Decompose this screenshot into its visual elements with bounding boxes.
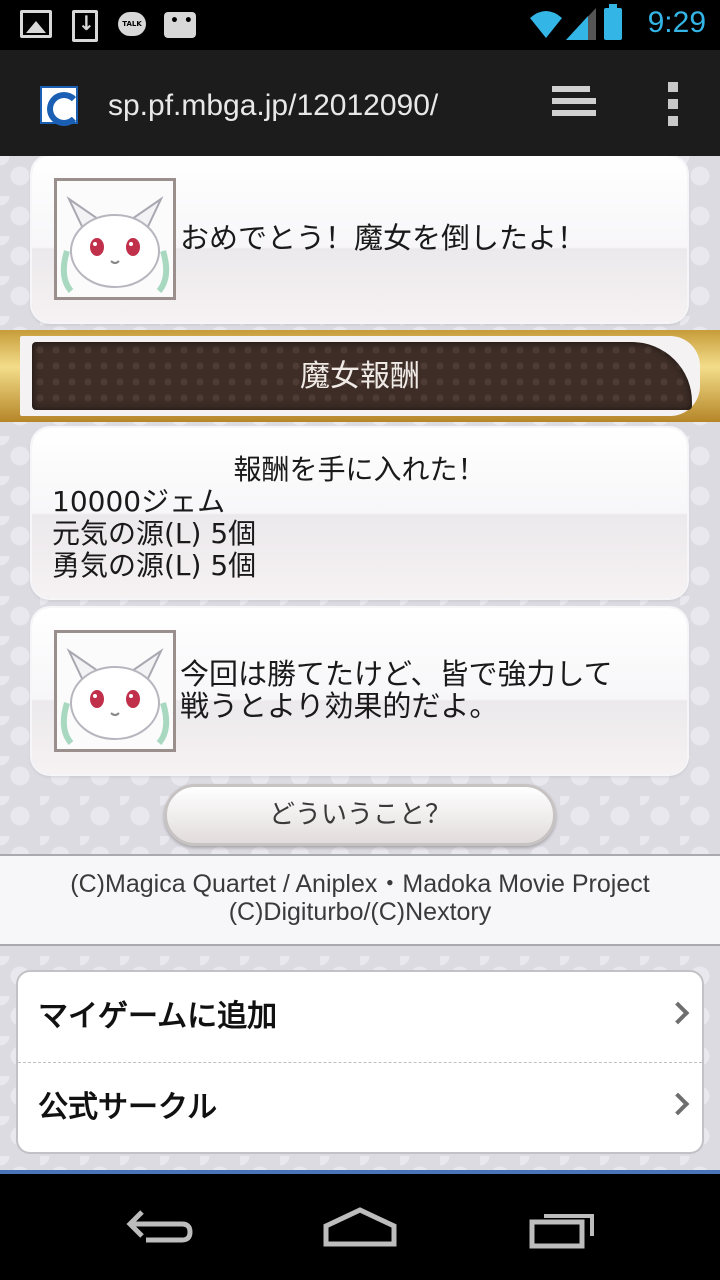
system-nav-bar [0, 1174, 720, 1280]
signal-icon [566, 8, 596, 40]
official-circle-link[interactable]: 公式サークル [18, 1062, 702, 1152]
link-label: 公式サークル [38, 1090, 218, 1125]
url-field[interactable]: sp.pf.mbga.jp/12012090/ [108, 84, 512, 128]
link-list: マイゲームに追加 公式サークル [16, 970, 704, 1154]
kakaotalk-icon: TALK [118, 12, 146, 36]
chat-icon [164, 12, 196, 38]
what-does-it-mean-button[interactable]: どういうこと？ [164, 784, 556, 846]
mascot-avatar [54, 178, 176, 300]
add-to-my-games-link[interactable]: マイゲームに追加 [18, 972, 702, 1062]
mascot-message-text: 今回は勝てたけど、皆で強力して 戦うとより効果的だよ。 [180, 658, 613, 722]
copyright-line: (C)Magica Quartet / Aniplex・Madoka Movie… [70, 870, 650, 898]
mascot-message-card: 今回は勝てたけど、皆で強力して 戦うとより効果的だよ。 [32, 608, 687, 774]
status-bar: TALK 9:29 [0, 0, 720, 50]
reward-item: 勇気の源(L) 5個 [52, 549, 257, 582]
reward-heading: 報酬を手に入れた！ [233, 453, 486, 486]
tabs-icon[interactable] [552, 86, 600, 122]
reward-item: 元気の源(L) 5個 [52, 517, 257, 550]
message-line: 戦うとより効果的だよ。 [180, 689, 499, 723]
wifi-icon [530, 11, 562, 38]
reward-item: 10000ジェム [52, 485, 226, 518]
gallery-icon [20, 10, 52, 38]
back-icon[interactable] [126, 1204, 194, 1250]
home-icon[interactable] [322, 1204, 398, 1250]
status-time: 9:29 [647, 6, 706, 39]
download-icon [72, 10, 98, 42]
chevron-right-icon [666, 1001, 690, 1025]
site-favicon [40, 86, 81, 126]
section-title: 魔女報酬 [300, 359, 420, 394]
web-page: おめでとう！魔女を倒したよ！ 魔女報酬 報酬を手に入れた！ 10000ジェム 元… [0, 156, 720, 1174]
copyright-footer: (C)Magica Quartet / Aniplex・Madoka Movie… [0, 854, 720, 946]
chevron-right-icon [666, 1092, 690, 1116]
link-label: マイゲームに追加 [38, 999, 278, 1034]
mascot-message-card: おめでとう！魔女を倒したよ！ [32, 156, 687, 322]
recent-apps-icon[interactable] [528, 1204, 598, 1250]
banner-frame: 魔女報酬 [20, 336, 700, 416]
battery-icon [604, 4, 622, 40]
message-line: 今回は勝てたけど、皆で強力して [180, 657, 613, 691]
copyright-line: (C)Digiturbo/(C)Nextory [228, 898, 492, 926]
overflow-menu-icon[interactable] [664, 82, 680, 126]
section-banner: 魔女報酬 [0, 330, 720, 422]
reward-card: 報酬を手に入れた！ 10000ジェム 元気の源(L) 5個 勇気の源(L) 5個 [32, 428, 687, 598]
message-line: おめでとう！魔女を倒したよ！ [180, 221, 587, 255]
mascot-message-text: おめでとう！魔女を倒したよ！ [180, 222, 586, 254]
mascot-avatar [54, 630, 176, 752]
